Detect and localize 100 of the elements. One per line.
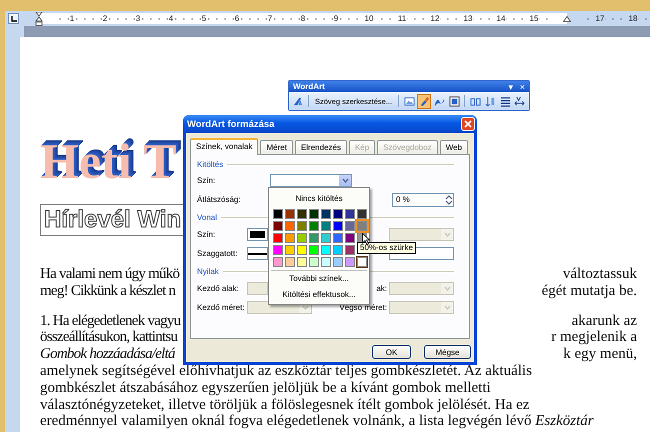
color-swatch[interactable]	[333, 233, 343, 243]
right-indent-icon[interactable]	[563, 16, 571, 22]
color-swatch[interactable]	[321, 209, 331, 219]
color-swatch[interactable]	[273, 209, 283, 219]
color-swatch[interactable]	[273, 257, 283, 267]
fill-effects-option[interactable]: Kitöltési effektusok...	[269, 287, 369, 303]
dialog-tab[interactable]: Elrendezés	[294, 140, 347, 154]
color-swatch[interactable]	[357, 221, 367, 231]
close-icon	[464, 120, 472, 128]
section-heading: Vonal	[197, 212, 218, 222]
close-button[interactable]	[461, 117, 475, 131]
color-swatch[interactable]	[273, 221, 283, 231]
body-text-fragment: összeállításukon, kattintsu	[40, 329, 178, 346]
dialog-tab[interactable]: Web	[440, 140, 468, 154]
toolbar-options-button[interactable]: ▾	[508, 82, 514, 92]
color-swatch[interactable]	[345, 221, 355, 231]
tab-stop-selector[interactable]	[8, 13, 19, 24]
color-swatch[interactable]	[357, 257, 367, 267]
field-label: Szín:	[197, 230, 216, 239]
body-text-fragment: k egy menü,	[563, 346, 637, 363]
color-swatch[interactable]	[273, 245, 283, 255]
ruler-number: 4	[168, 14, 174, 24]
spinner-icon	[445, 194, 453, 204]
color-swatch[interactable]	[285, 245, 295, 255]
cancel-button[interactable]: Mégse	[424, 345, 471, 359]
body-text-fragment: r megjelenik a	[551, 329, 637, 346]
equal-height-icon	[470, 96, 481, 106]
body-text-line: amelynek segítségével előhívhatjuk az eszköztár teljes gombkészletét. Az aktuális	[40, 362, 532, 380]
color-swatch[interactable]	[333, 221, 343, 231]
color-swatch[interactable]	[321, 245, 331, 255]
field-label: Szín:	[197, 176, 216, 185]
tab-stop-icon	[10, 16, 16, 22]
more-colors-option[interactable]: További színek...	[269, 271, 369, 287]
color-swatch[interactable]	[297, 257, 307, 267]
section-heading: Nyilak	[197, 266, 219, 276]
color-swatch[interactable]	[345, 209, 355, 219]
ok-button[interactable]: OK	[372, 345, 411, 359]
color-swatch[interactable]	[285, 233, 295, 243]
color-swatch[interactable]	[285, 221, 295, 231]
ruler-number: 5	[200, 14, 208, 24]
body-text-line: eredménnyel valamilyen oknál fogva elégedetlenek volnánk, a lista legvégén lévő Eszköztár	[40, 413, 594, 430]
ruler-number: 17	[594, 14, 606, 24]
body-text-fragment: Gombok hozzáadása/eltá	[40, 346, 175, 363]
ruler-number: 14	[496, 14, 506, 24]
body-text-fragment: 1. Ha elégedetlenek vagyu	[40, 312, 180, 330]
line-color-swatch[interactable]	[247, 228, 268, 241]
dialog-tab[interactable]: Méret	[260, 140, 293, 154]
ruler-number: 12	[430, 14, 440, 24]
color-swatch[interactable]	[333, 209, 343, 219]
color-swatch[interactable]	[297, 245, 307, 255]
fill-color-dropdown[interactable]	[270, 174, 352, 187]
vertical-text-icon	[484, 96, 496, 106]
toolbar-button[interactable]	[417, 94, 432, 108]
color-swatch[interactable]	[333, 257, 343, 267]
color-swatch[interactable]	[321, 233, 331, 243]
indent-marker-icon[interactable]	[35, 12, 43, 26]
ruler-number: 7	[266, 14, 274, 24]
dialog-tab[interactable]: Színek, vonalak	[190, 138, 258, 155]
color-swatch[interactable]	[345, 245, 355, 255]
toolbar-button[interactable]	[447, 94, 462, 108]
field-label: Kezdő alak:	[197, 284, 240, 293]
ruler-number: 2	[102, 14, 108, 24]
color-swatch[interactable]	[321, 257, 331, 267]
color-swatch[interactable]	[357, 209, 367, 219]
ruler-number: 13	[462, 14, 474, 24]
tooltip: 50%-os szürke	[357, 242, 416, 254]
no-fill-option[interactable]: Nincs kitöltés	[269, 191, 369, 207]
color-swatch[interactable]	[309, 233, 319, 243]
color-swatch[interactable]	[285, 209, 295, 219]
color-swatch[interactable]	[273, 233, 283, 243]
color-swatch[interactable]	[297, 209, 307, 219]
color-swatch[interactable]	[321, 221, 331, 231]
ruler-number: 15	[528, 14, 540, 24]
body-text-fragment: Ha valami nem úgy műkö	[40, 266, 180, 283]
color-swatch[interactable]	[297, 233, 307, 243]
field-label: ak:	[375, 284, 387, 293]
transparency-field[interactable]: 0 %	[392, 192, 454, 206]
dialog-title: WordArt formázása	[187, 118, 276, 130]
close-button[interactable]: ×	[520, 82, 525, 92]
color-swatch[interactable]	[309, 209, 319, 219]
color-swatch[interactable]	[345, 257, 355, 267]
ruler-number: 6	[234, 14, 240, 24]
body-text-fragment: akarunk az	[572, 312, 637, 330]
color-swatch[interactable]	[345, 233, 355, 243]
dash-style-field[interactable]	[247, 247, 268, 260]
ruler-number: 3	[134, 14, 142, 24]
color-swatch[interactable]	[309, 245, 319, 255]
ruler-number: 9	[332, 14, 340, 24]
body-text-fragment: égét mutatja be.	[542, 282, 637, 300]
align-icon	[500, 96, 510, 106]
color-swatch[interactable]	[285, 257, 295, 267]
color-swatch[interactable]	[309, 257, 319, 267]
body-text-fragment: változtassuk	[562, 266, 637, 283]
ruler-number: 1	[68, 14, 76, 24]
body-text-fragment: meg! Cikkünk a készlet n	[40, 282, 176, 300]
color-swatch[interactable]	[297, 221, 307, 231]
ruler-number: 8	[300, 14, 306, 24]
color-swatch[interactable]	[309, 221, 319, 231]
body-text-line: gombkészlet átszabásához egyszerűen jelöljük be a kívánt gombok melletti	[40, 380, 491, 397]
color-swatch[interactable]	[333, 245, 343, 255]
